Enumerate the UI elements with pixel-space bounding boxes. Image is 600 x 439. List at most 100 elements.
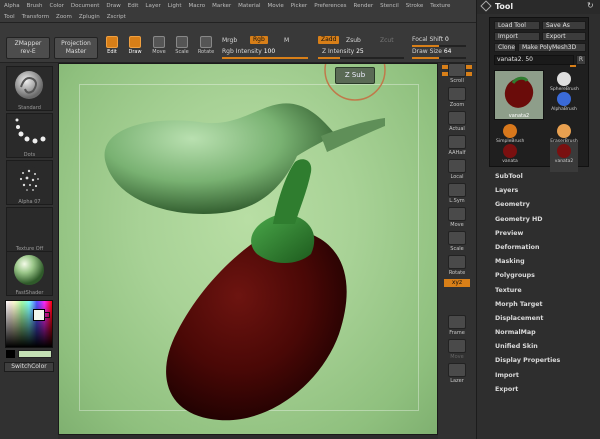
local-button[interactable]: Local (443, 159, 471, 183)
draw-button[interactable]: Draw (125, 36, 145, 58)
z-intensity-track[interactable] (318, 57, 404, 59)
menu-zplugin[interactable]: Zplugin (79, 14, 100, 20)
draw-size-slider[interactable]: Draw Size 64 (412, 48, 451, 55)
tool-item-alpha[interactable]: AlphaBrush (550, 90, 578, 120)
subpalette-displacement[interactable]: Displacement (495, 312, 599, 326)
menu-zoom[interactable]: Zoom (56, 14, 72, 20)
subpalette-unified-skin[interactable]: Unified Skin (495, 340, 599, 354)
menu-edit[interactable]: Edit (128, 3, 139, 9)
menu-zscript[interactable]: Zscript (107, 14, 126, 20)
rgb-toggle[interactable]: Rgb (250, 36, 268, 44)
subpalette-deformation[interactable]: Deformation (495, 241, 599, 255)
subpalette-export[interactable]: Export (495, 383, 599, 397)
menu-render[interactable]: Render (354, 3, 374, 9)
m-toggle[interactable]: M (284, 37, 289, 44)
menu-tool[interactable]: Tool (4, 14, 15, 20)
menu-macro[interactable]: Macro (189, 3, 206, 9)
brush-selector[interactable]: Standard (6, 66, 53, 111)
menu-picker[interactable]: Picker (291, 3, 307, 9)
primary-color-swatch[interactable] (18, 350, 52, 358)
scale-view-button[interactable]: Scale (443, 231, 471, 255)
zcut-toggle[interactable]: Zcut (380, 37, 394, 44)
lsym-button[interactable]: L.Sym (443, 183, 471, 207)
clone-button[interactable]: Clone (494, 43, 516, 52)
frame-button[interactable]: Frame (443, 315, 471, 339)
refresh-icon[interactable]: ↻ (587, 1, 594, 10)
stroke-selector[interactable]: Dots (6, 113, 53, 158)
menu-movie[interactable]: Movie (268, 3, 284, 9)
tool-item-vanata[interactable]: vanata (496, 142, 524, 172)
rgb-intensity-track[interactable] (222, 57, 308, 59)
subpalette-display-properties[interactable]: Display Properties (495, 354, 599, 368)
menu-stroke[interactable]: Stroke (406, 3, 424, 9)
menu-transform[interactable]: Transform (22, 14, 49, 20)
material-selector[interactable]: FastShader (6, 251, 53, 296)
move-button[interactable]: Move (149, 36, 169, 58)
subpalette-masking[interactable]: Masking (495, 255, 599, 269)
draw-size-track[interactable] (412, 57, 466, 59)
edit-button[interactable]: Edit (102, 36, 122, 58)
save-as-button[interactable]: Save As (542, 21, 586, 30)
actual-button[interactable]: Actual (443, 111, 471, 135)
alpha-brush-label: AlphaBrush (551, 107, 577, 112)
projection-master-button[interactable]: Projection Master (54, 37, 98, 59)
r-button[interactable]: R (576, 55, 586, 65)
subpalette-layers[interactable]: Layers (495, 184, 599, 198)
menu-brush[interactable]: Brush (27, 3, 43, 9)
menu-draw[interactable]: Draw (106, 3, 120, 9)
move-disabled-button[interactable]: Move (443, 339, 471, 363)
menu-stencil[interactable]: Stencil (380, 3, 399, 9)
zoom-button[interactable]: Zoom (443, 87, 471, 111)
focal-shift-slider[interactable]: Focal Shift 0 (412, 36, 449, 43)
export-button[interactable]: Export (542, 32, 586, 41)
mrgb-toggle[interactable]: Mrgb (222, 37, 237, 44)
switch-color-button[interactable]: SwitchColor (4, 362, 54, 372)
menu-marker[interactable]: Marker (212, 3, 231, 9)
tool-item-vanata2[interactable]: vanata2 (550, 142, 578, 172)
subpalette-texture[interactable]: Texture (495, 284, 599, 298)
xyz-toggle[interactable]: xyz (444, 279, 470, 287)
rotate-button[interactable]: Rotate (196, 36, 216, 58)
current-tool-slider[interactable]: vanata2. 50 (494, 55, 574, 65)
move-view-button[interactable]: Move (443, 207, 471, 231)
focal-shift-label: Focal Shift (412, 36, 444, 43)
z-intensity-slider[interactable]: Z Intensity 25 (322, 48, 364, 55)
menu-texture[interactable]: Texture (430, 3, 450, 9)
scale-button[interactable]: Scale (172, 36, 192, 58)
zsub-toggle[interactable]: Zsub (346, 37, 361, 44)
actual-icon (448, 111, 466, 125)
menu-preferences[interactable]: Preferences (314, 3, 346, 9)
focal-shift-track[interactable] (412, 45, 466, 47)
load-tool-button[interactable]: Load Tool (494, 21, 540, 30)
zadd-toggle[interactable]: Zadd (318, 36, 340, 44)
subpalette-polygroups[interactable]: Polygroups (495, 269, 599, 283)
lazer-button[interactable]: Lazer (443, 363, 471, 387)
scroll-button[interactable]: Scroll (443, 63, 471, 87)
menu-document[interactable]: Document (71, 3, 100, 9)
texture-selector[interactable]: Texture Off (6, 207, 53, 252)
subpalette-geometry[interactable]: Geometry (495, 198, 599, 212)
rotate-view-button[interactable]: Rotate (443, 255, 471, 279)
secondary-color-swatch[interactable] (6, 350, 15, 358)
menu-alpha[interactable]: Alpha (4, 3, 20, 9)
rgb-intensity-slider[interactable]: Rgb Intensity 100 (222, 48, 275, 55)
import-button[interactable]: Import (494, 32, 540, 41)
lazer-icon (448, 363, 466, 377)
subpalette-morph-target[interactable]: Morph Target (495, 298, 599, 312)
zmapper-button[interactable]: ZMapper rev-E (6, 37, 50, 59)
subpalette-preview[interactable]: Preview (495, 227, 599, 241)
menu-light[interactable]: Light (168, 3, 182, 9)
menu-color[interactable]: Color (50, 3, 64, 9)
subpalette-import[interactable]: Import (495, 369, 599, 383)
current-tool-thumbnail[interactable]: vanata2 (494, 70, 544, 120)
menu-material[interactable]: Material (238, 3, 260, 9)
color-picker[interactable] (5, 300, 53, 348)
subpalette-subtool[interactable]: SubTool (495, 170, 599, 184)
make-polymesh-button[interactable]: Make PolyMesh3D (518, 43, 586, 52)
menu-layer[interactable]: Layer (145, 3, 160, 9)
aahalf-button[interactable]: AAHalf (443, 135, 471, 159)
alpha-selector[interactable]: Alpha 07 (6, 160, 53, 205)
subpalette-geometry-hd[interactable]: Geometry HD (495, 213, 599, 227)
document-canvas[interactable]: Z Sub (58, 63, 438, 435)
subpalette-normalmap[interactable]: NormalMap (495, 326, 599, 340)
